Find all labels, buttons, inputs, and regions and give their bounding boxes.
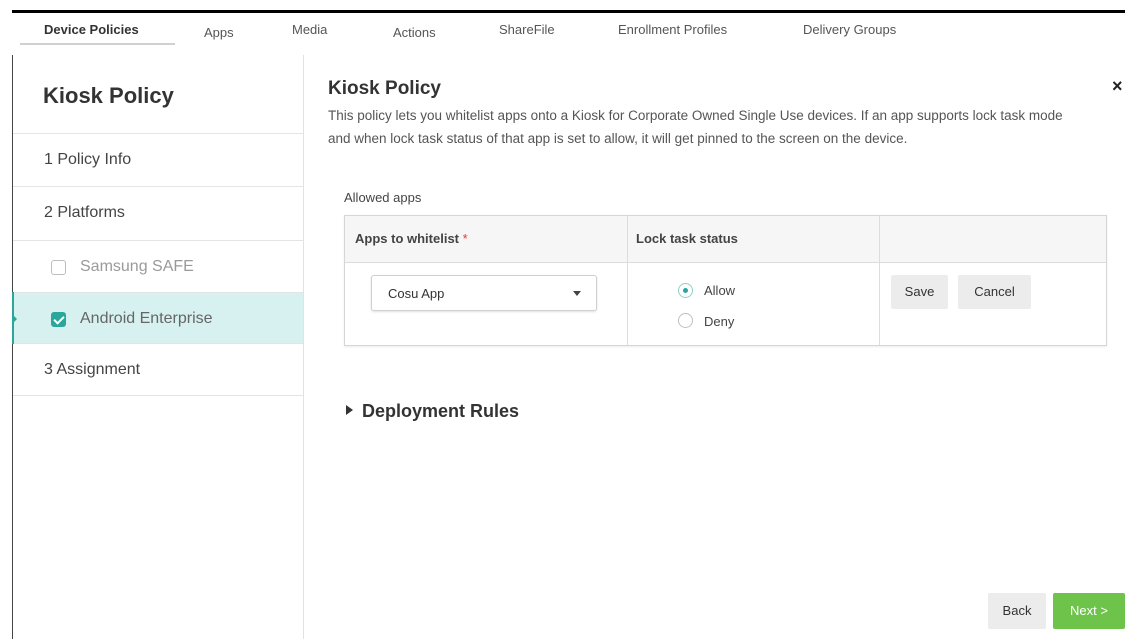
- sidebar-item-policy-info[interactable]: 1 Policy Info: [13, 134, 303, 187]
- next-button[interactable]: Next >: [1053, 593, 1125, 629]
- close-icon[interactable]: ×: [1112, 76, 1123, 97]
- column-header-apps: Apps to whitelist *: [355, 231, 468, 246]
- sidebar-item-android-enterprise[interactable]: Android Enterprise: [13, 293, 303, 344]
- deny-label: Deny: [704, 314, 735, 329]
- android-enterprise-checkbox[interactable]: [51, 312, 66, 327]
- tab-actions[interactable]: Actions: [393, 25, 436, 40]
- sidebar-header: Kiosk Policy: [13, 55, 303, 134]
- wizard-sidebar: Kiosk Policy 1 Policy Info 2 Platforms S…: [13, 55, 304, 639]
- deployment-rules-toggle[interactable]: Deployment Rules: [346, 401, 519, 422]
- allow-radio[interactable]: [678, 283, 693, 298]
- top-nav: [12, 10, 1125, 48]
- active-step-caret-icon: [12, 314, 17, 324]
- app-select[interactable]: Cosu App: [371, 275, 597, 311]
- column-header-lock-task: Lock task status: [636, 231, 738, 246]
- sidebar-item-label: 3 Assignment: [44, 361, 141, 378]
- allowed-apps-label: Allowed apps: [344, 190, 422, 205]
- samsung-safe-checkbox[interactable]: [51, 260, 66, 275]
- sidebar-item-label: 1 Policy Info: [44, 151, 132, 168]
- tab-apps[interactable]: Apps: [204, 25, 234, 40]
- cancel-button[interactable]: Cancel: [958, 275, 1031, 309]
- column-divider: [627, 216, 628, 345]
- deployment-rules-label: Deployment Rules: [362, 401, 520, 421]
- required-marker: *: [462, 231, 468, 246]
- sidebar-item-label: 2 Platforms: [44, 204, 125, 221]
- back-button[interactable]: Back: [988, 593, 1046, 629]
- page-title: Kiosk Policy: [328, 78, 441, 99]
- chevron-down-icon: [573, 291, 581, 296]
- app-select-value: Cosu App: [388, 286, 445, 301]
- tab-device-policies[interactable]: Device Policies: [44, 22, 139, 37]
- allow-label: Allow: [704, 283, 736, 298]
- tab-enrollment-profiles[interactable]: Enrollment Profiles: [618, 22, 727, 37]
- sidebar-title: Kiosk Policy: [43, 83, 174, 108]
- sidebar-item-samsung-safe[interactable]: Samsung SAFE: [13, 241, 303, 293]
- sidebar-item-assignment[interactable]: 3 Assignment: [13, 344, 303, 396]
- save-button[interactable]: Save: [891, 275, 948, 309]
- tab-sharefile[interactable]: ShareFile: [499, 22, 555, 37]
- caret-right-icon: [346, 405, 353, 415]
- column-divider: [879, 216, 880, 345]
- deny-radio[interactable]: [678, 313, 693, 328]
- tab-delivery-groups[interactable]: Delivery Groups: [803, 22, 896, 37]
- sidebar-item-platforms[interactable]: 2 Platforms: [13, 187, 303, 241]
- tab-media[interactable]: Media: [292, 22, 327, 37]
- policy-description: This policy lets you whitelist apps onto…: [328, 108, 1063, 146]
- sidebar-item-label: Samsung SAFE: [80, 258, 194, 275]
- sidebar-item-label: Android Enterprise: [80, 310, 213, 327]
- active-tab-underline: [20, 43, 175, 45]
